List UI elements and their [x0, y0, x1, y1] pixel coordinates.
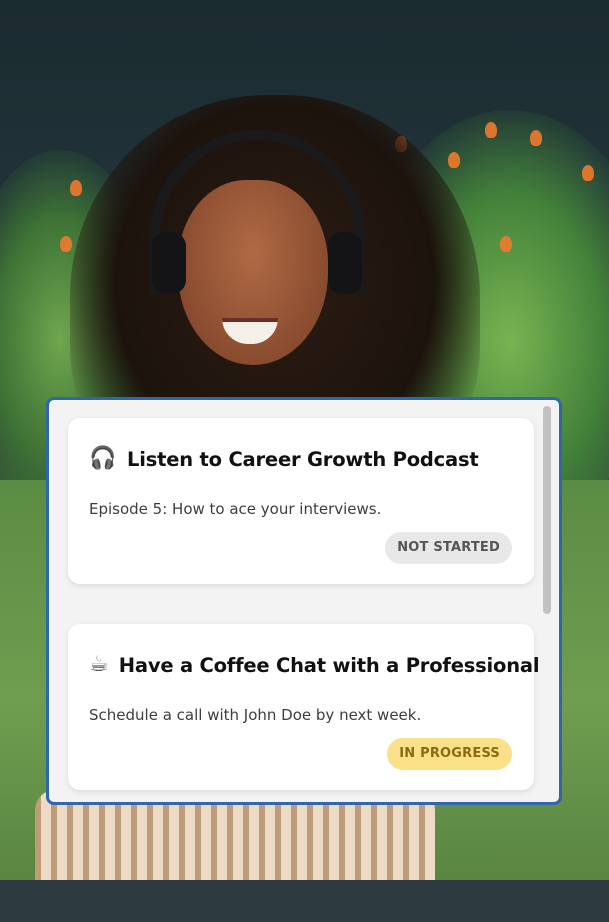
status-badge: NOT STARTED — [385, 532, 512, 564]
scrollbar[interactable] — [543, 406, 551, 798]
flower — [530, 130, 542, 146]
task-title-row: 🎧 Listen to Career Growth Podcast — [89, 444, 524, 474]
task-description: Schedule a call with John Doe by next we… — [89, 706, 422, 724]
headphones-icon: 🎧 — [89, 446, 117, 471]
flower — [485, 122, 497, 138]
task-title-row: ☕ Have a Coffee Chat with a Professional — [89, 650, 540, 680]
flower — [70, 180, 82, 196]
headphones-earcup-left — [152, 232, 186, 294]
flower — [448, 152, 460, 168]
task-title: Listen to Career Growth Podcast — [127, 447, 479, 471]
task-description: Episode 5: How to ace your interviews. — [89, 500, 382, 518]
task-card[interactable]: ☕ Have a Coffee Chat with a Professional… — [68, 624, 540, 790]
bench — [0, 880, 609, 922]
task-list[interactable]: 🎧 Listen to Career Growth Podcast Episod… — [49, 400, 559, 802]
flower — [582, 165, 594, 181]
flower — [500, 236, 512, 252]
scrollbar-thumb[interactable] — [543, 406, 551, 614]
task-card[interactable]: 🎧 Listen to Career Growth Podcast Episod… — [68, 418, 534, 584]
status-badge: IN PROGRESS — [387, 738, 512, 770]
task-title: Have a Coffee Chat with a Professional — [118, 653, 540, 677]
flower — [60, 236, 72, 252]
task-panel[interactable]: 🎧 Listen to Career Growth Podcast Episod… — [46, 397, 562, 805]
coffee-cup-icon: ☕ — [89, 652, 109, 677]
headphones-earcup-right — [328, 232, 362, 294]
